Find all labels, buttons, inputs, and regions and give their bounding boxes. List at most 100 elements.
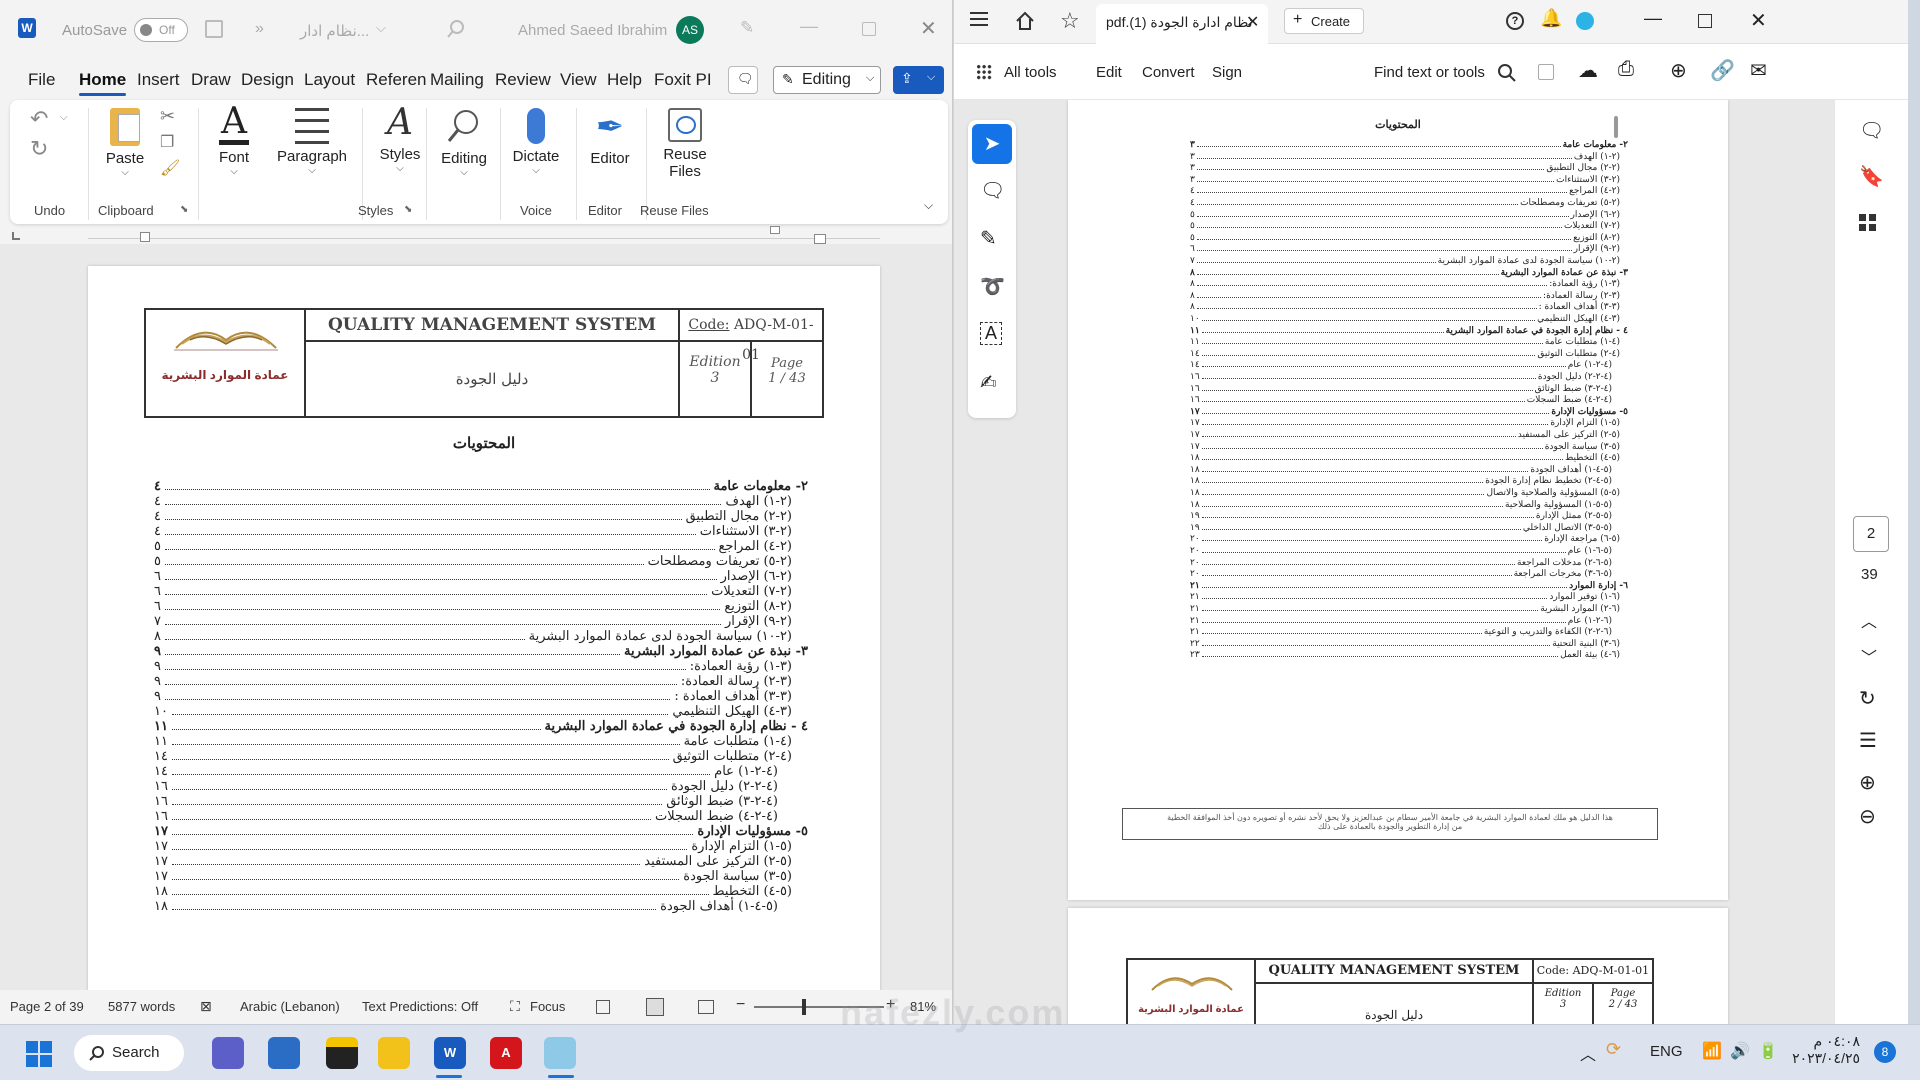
start-icon[interactable] xyxy=(26,1041,52,1067)
create-button[interactable]: + Create xyxy=(1284,8,1364,34)
toc-entry[interactable]: (٥-٤-١) أهداف الجودة ١٨ xyxy=(154,896,808,914)
bookmark-icon[interactable]: 🔖 xyxy=(1859,164,1884,189)
bell-icon[interactable]: 🔔 xyxy=(1540,8,1562,29)
current-page-input[interactable]: 2 xyxy=(1853,516,1889,552)
tab-selector-icon[interactable] xyxy=(12,232,20,240)
text-predictions[interactable]: Text Predictions: Off xyxy=(362,999,478,1014)
scrollbar-thumb[interactable] xyxy=(1614,116,1618,138)
zoom-in-icon[interactable]: ⊕ xyxy=(1859,770,1876,795)
zoom-out-icon[interactable]: ⊖ xyxy=(1859,804,1876,829)
copy-icon[interactable]: ❐ xyxy=(160,132,174,152)
battery-icon[interactable]: 🔋 xyxy=(1758,1041,1778,1061)
draw-icon[interactable]: ➰ xyxy=(980,274,1005,299)
read-mode-icon[interactable] xyxy=(596,1000,610,1014)
file-explorer-icon[interactable] xyxy=(378,1037,410,1069)
add-comment-icon[interactable]: 🗨 xyxy=(980,178,1005,203)
sign-icon[interactable]: ✍ xyxy=(980,370,997,395)
notification-badge[interactable]: 8 xyxy=(1874,1041,1896,1063)
comment-panel-icon[interactable]: 🗨 xyxy=(1859,118,1884,143)
document-area[interactable]: عمادة الموارد البشرية QUALITY MANAGEMENT… xyxy=(0,244,952,990)
paste-button[interactable]: Paste ⌵ xyxy=(100,108,150,178)
dialog-launcher-icon[interactable]: ⬊ xyxy=(404,204,412,215)
document-title[interactable]: نظام ادار... xyxy=(300,22,369,40)
all-tools-icon[interactable] xyxy=(976,64,992,80)
chevron-down-icon[interactable]: ⌵ xyxy=(60,112,68,123)
help-icon[interactable]: ? xyxy=(1506,12,1524,30)
focus-icon[interactable]: ⛶ xyxy=(510,998,520,1015)
menu-layout[interactable]: Layout xyxy=(304,70,355,90)
share-user-icon[interactable]: ⊕ xyxy=(1670,58,1687,83)
editor-button[interactable]: ✒ Editor xyxy=(582,108,638,167)
pdf-page-2[interactable]: عمادة الموارد البشرية QUALITY MANAGEMENT… xyxy=(1068,908,1728,1024)
document-page[interactable]: عمادة الموارد البشرية QUALITY MANAGEMENT… xyxy=(88,266,880,990)
pdf-tab[interactable]: نظام ادارة الجودة (1).pdf ✕ xyxy=(1096,4,1268,44)
redo-icon[interactable]: ↻ xyxy=(30,136,48,162)
menu-draw[interactable]: Draw xyxy=(191,70,231,90)
editing-button[interactable]: Editing ⌵ xyxy=(434,108,494,178)
maximize-icon[interactable] xyxy=(1698,14,1712,28)
highlight-icon[interactable]: ✎ xyxy=(980,226,997,251)
menu-mailings[interactable]: Mailing xyxy=(430,70,484,90)
search-icon[interactable] xyxy=(1496,62,1518,84)
wifi-icon[interactable]: 📶 xyxy=(1702,1041,1722,1061)
dialog-launcher-icon[interactable]: ⬊ xyxy=(180,204,188,215)
text-box-icon[interactable]: A xyxy=(980,322,1003,345)
search-icon[interactable] xyxy=(445,18,467,40)
link-icon[interactable]: 🔗 xyxy=(1710,58,1735,83)
menu-icon[interactable] xyxy=(970,12,988,14)
menu-review[interactable]: Review xyxy=(495,70,551,90)
hanging-indent-marker[interactable] xyxy=(814,234,826,244)
menu-help[interactable]: Help xyxy=(607,70,642,90)
share-button[interactable]: ⇪ ⌵ xyxy=(893,66,944,94)
pdf-page[interactable]: المحتويات هذا الدليل هو ملك لعمادة الموا… xyxy=(1068,100,1728,900)
menu-home[interactable]: Home xyxy=(79,70,127,96)
web-layout-icon[interactable] xyxy=(698,1000,714,1014)
teams-icon[interactable] xyxy=(212,1037,244,1069)
language[interactable]: Arabic (Lebanon) xyxy=(240,999,340,1014)
proofing-icon[interactable]: ⊠ xyxy=(200,998,212,1015)
page-up-icon[interactable]: ︿ xyxy=(1861,608,1877,632)
cut-icon[interactable]: ✂ xyxy=(160,106,175,127)
focus-label[interactable]: Focus xyxy=(530,999,565,1014)
upload-icon[interactable]: ☁ xyxy=(1578,58,1598,83)
close-icon[interactable]: ✕ xyxy=(1750,8,1767,33)
close-tab-icon[interactable]: ✕ xyxy=(1246,12,1259,32)
chevron-up-icon[interactable]: ︿ xyxy=(1580,1041,1596,1065)
menu-design[interactable]: Design xyxy=(241,70,294,90)
format-painter-icon[interactable]: 🖌 xyxy=(160,158,180,178)
menu-view[interactable]: View xyxy=(560,70,597,90)
dictate-button[interactable]: Dictate ⌵ xyxy=(506,108,566,176)
mail-icon[interactable]: ✉ xyxy=(1750,58,1767,83)
sync-icon[interactable]: ⟳ xyxy=(1606,1039,1621,1060)
tool-convert[interactable]: Convert xyxy=(1142,64,1195,81)
page-count[interactable]: Page 2 of 39 xyxy=(10,999,84,1014)
language-indicator[interactable]: ENG xyxy=(1650,1043,1683,1060)
menu-foxit[interactable]: Foxit PI xyxy=(654,70,712,90)
editing-mode-button[interactable]: ✎ Editing ⌵ xyxy=(773,66,881,94)
word-taskbar-icon[interactable]: W xyxy=(434,1037,466,1069)
search-box[interactable]: Search xyxy=(74,1035,184,1071)
word-count[interactable]: 5877 words xyxy=(108,999,175,1014)
autosave-toggle[interactable]: Off xyxy=(134,18,188,42)
avatar[interactable]: AS xyxy=(676,16,704,44)
tool-all-tools[interactable]: All tools xyxy=(1004,64,1057,81)
star-icon[interactable]: ☆ xyxy=(1060,8,1080,34)
find-text[interactable]: Find text or tools xyxy=(1374,64,1485,81)
tool-edit[interactable]: Edit xyxy=(1096,64,1122,81)
acrobat-taskbar-icon[interactable]: A xyxy=(490,1037,522,1069)
thumbnails-icon[interactable] xyxy=(1859,214,1877,232)
profile-icon[interactable] xyxy=(1576,12,1594,30)
maximize-icon[interactable] xyxy=(862,22,876,36)
font-button[interactable]: A Font ⌵ xyxy=(210,104,258,177)
home-icon[interactable] xyxy=(1014,10,1036,32)
pen-icon[interactable]: ✎ xyxy=(740,18,754,38)
save-icon[interactable] xyxy=(1538,64,1554,80)
store-icon[interactable] xyxy=(268,1037,300,1069)
chevron-down-icon[interactable]: ⌵ xyxy=(376,20,386,36)
minimize-icon[interactable]: — xyxy=(1644,8,1662,29)
sticky-notes-icon[interactable] xyxy=(326,1037,358,1069)
zoom-out-icon[interactable]: − xyxy=(736,996,745,1014)
paragraph-button[interactable]: Paragraph ⌵ xyxy=(270,108,354,176)
print-icon[interactable]: ⎙ xyxy=(1618,58,1634,81)
collapse-ribbon-icon[interactable]: ⌵ xyxy=(924,198,933,213)
